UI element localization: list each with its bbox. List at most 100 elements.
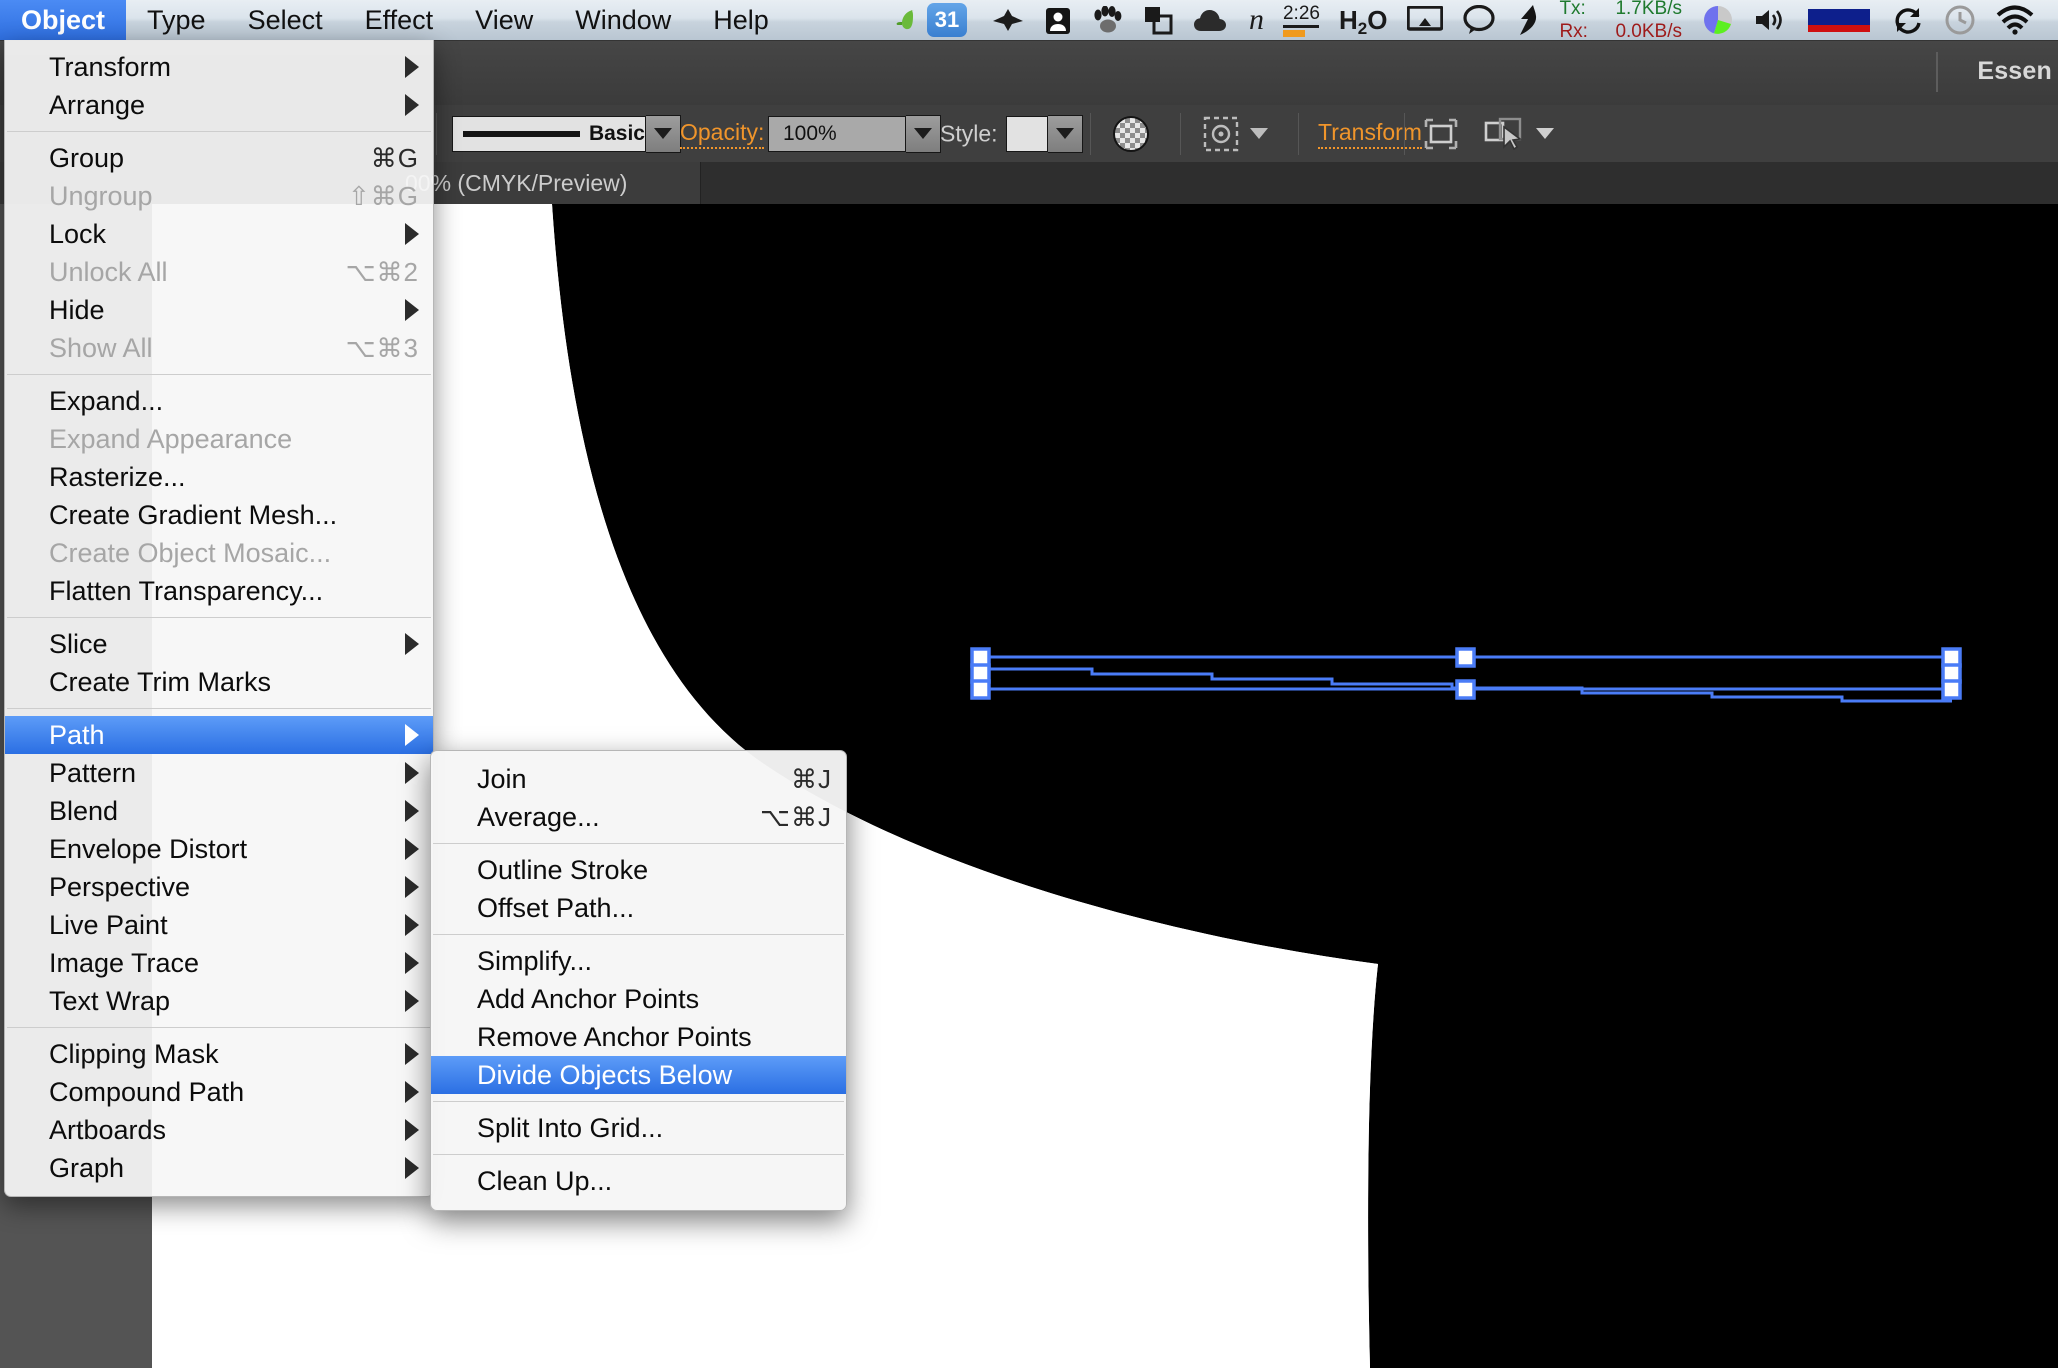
menubar-item-object[interactable]: Object [0,0,126,40]
h2o-icon[interactable]: H2O [1329,0,1397,40]
airplay-icon[interactable] [1397,0,1453,40]
style-swatch[interactable] [1006,116,1048,152]
clock-time-icon[interactable]: 2:26 [1274,0,1329,40]
cloud-icon[interactable] [1183,0,1239,40]
control-divider [1404,113,1405,155]
menu-item-envelope-distort[interactable]: Envelope Distort [5,830,433,868]
menu-item-offset-path[interactable]: Offset Path... [431,889,846,927]
menu-item-arrange[interactable]: Arrange [5,86,433,124]
bartender-icon[interactable] [981,0,1035,40]
menubar-item-view[interactable]: View [454,0,554,40]
stroke-profile-control[interactable]: Basic [452,115,681,153]
menu-item-graph[interactable]: Graph [5,1149,433,1187]
menubar-item-select[interactable]: Select [227,0,344,40]
evernote-icon[interactable] [883,0,925,40]
menu-separator [7,708,431,709]
menu-item-average[interactable]: Average...⌥⌘J [431,798,846,836]
paw-icon[interactable] [1081,0,1133,40]
chevron-down-icon [654,128,672,139]
menu-item-clipping-mask[interactable]: Clipping Mask [5,1035,433,1073]
chevron-down-icon[interactable] [1536,128,1554,139]
object-dropdown-menu[interactable]: TransformArrangeGroup⌘GUngroup⇧⌘GLockUnl… [4,40,434,1197]
submenu-arrow-icon [405,724,419,746]
flame-icon[interactable] [1505,0,1549,40]
menu-item-group[interactable]: Group⌘G [5,139,433,177]
menu-item-outline-stroke[interactable]: Outline Stroke [431,851,846,889]
menu-item-compound-path[interactable]: Compound Path [5,1073,433,1111]
menu-item-live-paint[interactable]: Live Paint [5,906,433,944]
workspace-switcher[interactable]: Essen [1977,57,2052,86]
submenu-arrow-icon [405,633,419,655]
stroke-profile-field[interactable]: Basic [452,116,646,152]
menu-item-transform[interactable]: Transform [5,48,433,86]
opacity-input[interactable]: 100% [768,116,906,152]
menu-item-artboards[interactable]: Artboards [5,1111,433,1149]
menu-item-create-gradient-mesh[interactable]: Create Gradient Mesh... [5,496,433,534]
menu-item-pattern[interactable]: Pattern [5,754,433,792]
menubar-item-window[interactable]: Window [554,0,692,40]
menu-item-label: Clipping Mask [49,1039,219,1070]
menubar-item-effect[interactable]: Effect [344,0,455,40]
contacts-card-icon[interactable] [1035,0,1081,40]
style-dropdown[interactable] [1048,115,1083,153]
network-meter[interactable]: Tx: 1.7KB/s Rx: 0.0KB/s [1549,0,1692,40]
menu-item-create-object-mosaic: Create Object Mosaic... [5,534,433,572]
menu-item-label: Graph [49,1153,124,1184]
menu-item-rasterize[interactable]: Rasterize... [5,458,433,496]
stroke-profile-dropdown[interactable] [646,115,681,153]
sync-refresh-icon[interactable] [1882,0,1934,40]
style-swatch-control[interactable] [1006,115,1083,153]
menu-item-path[interactable]: Path [5,716,433,754]
calendar-day-badge-icon[interactable]: 31 [925,0,981,40]
menu-separator [433,1101,844,1102]
menu-item-simplify[interactable]: Simplify... [431,942,846,980]
menu-item-text-wrap[interactable]: Text Wrap [5,982,433,1020]
style-label[interactable]: Style: [940,120,998,147]
menu-item-remove-anchor-points[interactable]: Remove Anchor Points [431,1018,846,1056]
opacity-label[interactable]: Opacity: [680,119,764,149]
menu-item-divide-objects-below[interactable]: Divide Objects Below [431,1056,846,1094]
menu-item-image-trace[interactable]: Image Trace [5,944,433,982]
chevron-down-icon [914,128,932,139]
menu-separator [7,374,431,375]
notational-n-icon[interactable]: n [1239,0,1274,40]
submenu-arrow-icon [405,914,419,936]
menu-item-shortcut: ⌥⌘2 [346,257,419,288]
menu-item-label: Perspective [49,872,190,903]
time-machine-icon[interactable] [1934,0,1986,40]
opacity-control: Opacity: [680,119,764,149]
menubar-item-help[interactable]: Help [692,0,790,40]
transform-link[interactable]: Transform [1318,119,1422,149]
opacity-dropdown[interactable] [906,115,941,153]
submenu-arrow-icon [405,223,419,245]
wifi-icon[interactable] [1986,0,2048,40]
menu-item-blend[interactable]: Blend [5,792,433,830]
opacity-value-control[interactable]: 100% [768,115,941,153]
menu-item-expand[interactable]: Expand... [5,382,433,420]
disk-pie-icon[interactable] [1692,0,1744,40]
menu-item-ungroup: Ungroup⇧⌘G [5,177,433,215]
menubar-item-type[interactable]: Type [126,0,227,40]
chat-bubble-icon[interactable] [1453,0,1505,40]
cpu-graph-icon[interactable] [1796,0,1882,40]
menu-item-clean-up[interactable]: Clean Up... [431,1162,846,1200]
menu-item-slice[interactable]: Slice [5,625,433,663]
menu-item-hide[interactable]: Hide [5,291,433,329]
volume-icon[interactable] [1744,0,1796,40]
menu-item-create-trim-marks[interactable]: Create Trim Marks [5,663,433,701]
menu-item-join[interactable]: Join⌘J [431,760,846,798]
path-submenu[interactable]: Join⌘JAverage...⌥⌘J Outline StrokeOffset … [430,750,847,1211]
menubar-item-label: Type [147,7,206,34]
menu-item-flatten-transparency[interactable]: Flatten Transparency... [5,572,433,610]
menu-item-split-into-grid[interactable]: Split Into Grid... [431,1109,846,1147]
select-similar-control[interactable] [1480,113,1554,155]
copy-clipboard-icon[interactable] [1133,0,1183,40]
chevron-down-icon[interactable] [1250,128,1268,139]
opacity-mask-icon[interactable] [1110,113,1152,155]
menu-item-add-anchor-points[interactable]: Add Anchor Points [431,980,846,1018]
align-selection-control[interactable] [1200,113,1268,155]
isolate-selection-icon[interactable] [1420,113,1462,155]
menu-item-label: Show All [49,333,153,364]
menu-item-lock[interactable]: Lock [5,215,433,253]
menu-item-perspective[interactable]: Perspective [5,868,433,906]
